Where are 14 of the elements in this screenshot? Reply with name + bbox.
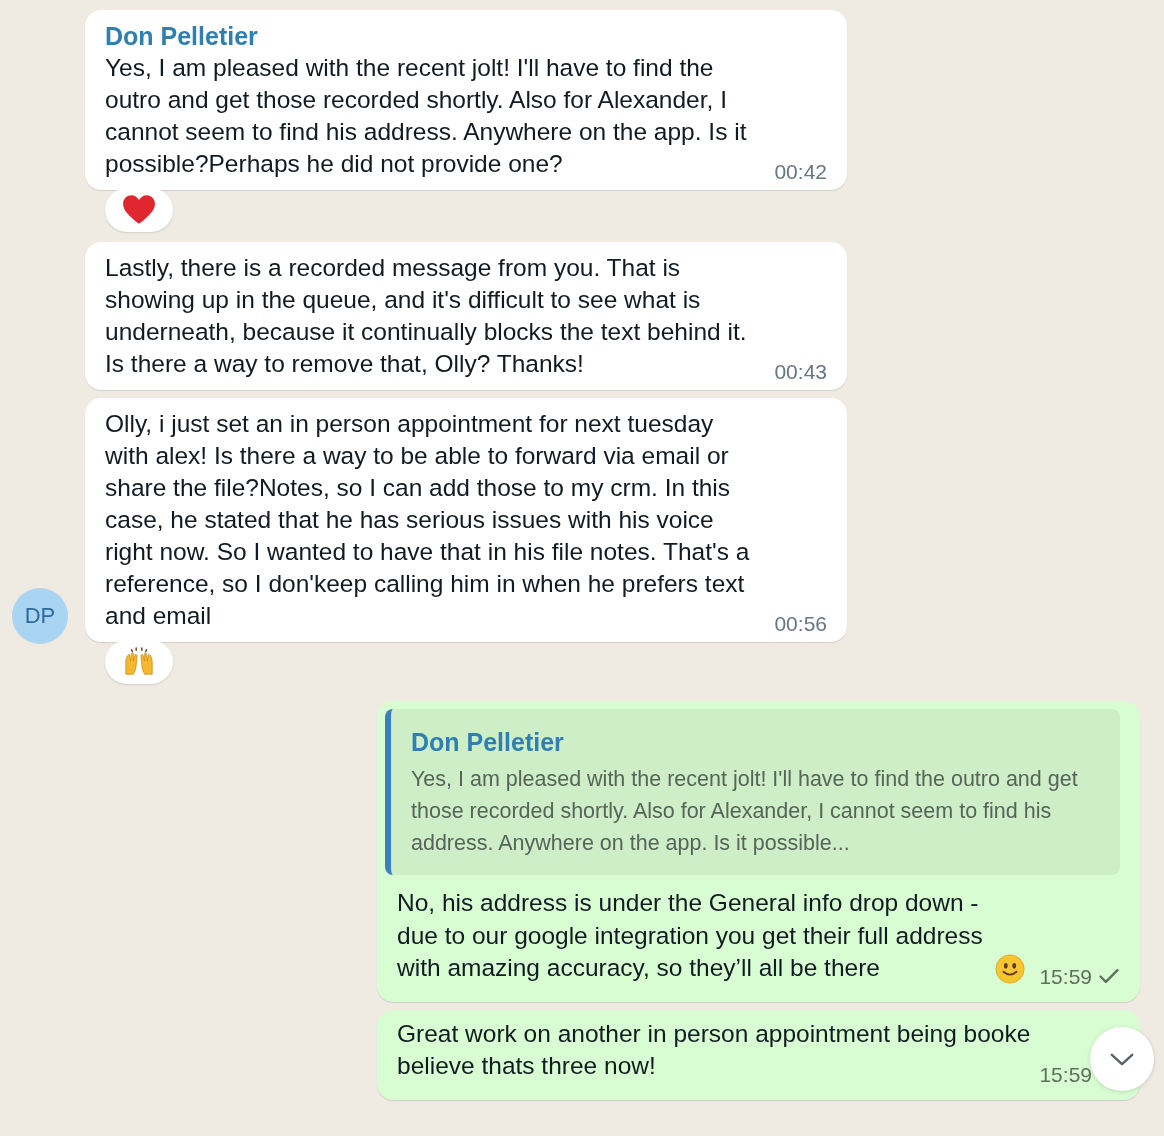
message-text: Lastly, there is a recorded message from you. That is showing up in the queue, and it's difficult to see what is underneath, because it continually blocks the text behind it. Is there a way to remove that, Olly? Thanks! (105, 253, 748, 379)
message-time: 00:56 (774, 612, 827, 636)
quote-sender: Don Pelletier (411, 727, 565, 758)
sender-name: Don Pelletier (105, 21, 259, 52)
message-time: 00:42 (774, 160, 827, 184)
message-text: Great work on another in person appointment being booke believe thats three now! (397, 1018, 1031, 1081)
message-text: Olly, i just set an in person appointment for next tuesday with alex! Is there a way to be able to forward via email or share the file?Notes, so I can add those to my crm. In this case, he stated that he has serious issues with his voice right now. So I wanted to have that in his file notes. That's a reference, so I don'keep calling him in when he prefers text and email (105, 409, 751, 631)
message-time: 15:59 (1039, 964, 1092, 989)
message-text: No, his address is under the General info drop down - due to our google integration you get their full address with amazing accuracy, so they’ll all be there (397, 888, 984, 983)
message-time: 00:43 (774, 360, 827, 384)
quote-text: Yes, I am pleased with the recent jolt! I'll have to find the outro and get those recorded shortly. Also for Alexander, I cannot seem to find his address. Anywhere on the app. Is it possible... (411, 766, 1079, 857)
message-time: 15:59 (1039, 1062, 1092, 1087)
message-text: Yes, I am pleased with the recent jolt! I'll have to find the outro and get those recorded shortly. Also for Alexander, I cannot seem to find his address. Anywhere on the app. Is it possible?Perhaps he did not provide one? (105, 53, 748, 179)
avatar[interactable]: DP (12, 588, 68, 644)
